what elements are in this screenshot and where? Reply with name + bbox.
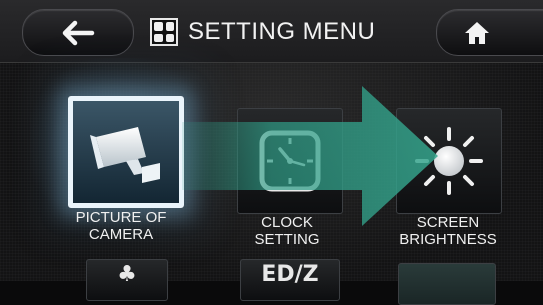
menu-item-picture-of-camera[interactable]: [68, 96, 184, 208]
menu-item-screen-brightness[interactable]: [396, 108, 502, 214]
partial-icon-2: ED/Z: [261, 262, 319, 287]
page-title: SETTING MENU: [188, 18, 376, 45]
label-line-1: CLOCK: [261, 214, 313, 231]
label-line-1: PICTURE OF: [75, 209, 167, 226]
menu-item-bottom-2[interactable]: ED/Z: [240, 259, 340, 301]
camera-icon: [90, 127, 160, 183]
menu-item-bottom-1[interactable]: ♣: [86, 259, 168, 301]
home-button[interactable]: [436, 9, 543, 56]
label-line-1: SCREEN: [416, 214, 480, 231]
screen: SETTING MENU PICTURE OF CAMERA CLOCK SET…: [0, 0, 543, 305]
back-button[interactable]: [22, 9, 134, 56]
arrow-left-icon: [62, 20, 95, 45]
header-title-group: SETTING MENU: [150, 12, 375, 52]
label-line-2: SETTING: [254, 231, 320, 248]
menu-item-picture-of-camera-label: PICTURE OF CAMERA: [58, 209, 184, 243]
clock-icon: [259, 130, 321, 192]
header-bar: SETTING MENU: [0, 0, 543, 63]
menu-item-clock-setting[interactable]: [237, 108, 343, 214]
menu-item-clock-setting-label: CLOCK SETTING: [222, 214, 352, 248]
label-line-2: BRIGHTNESS: [399, 231, 497, 248]
label-line-2: CAMERA: [88, 226, 154, 243]
partial-icon-1: ♣: [117, 262, 137, 287]
sun-icon: [415, 127, 483, 195]
grid-menu-icon: [150, 18, 178, 46]
home-icon: [465, 21, 489, 44]
menu-item-screen-brightness-label: SCREEN BRIGHTNESS: [382, 214, 514, 248]
menu-item-bottom-3[interactable]: [398, 263, 496, 305]
